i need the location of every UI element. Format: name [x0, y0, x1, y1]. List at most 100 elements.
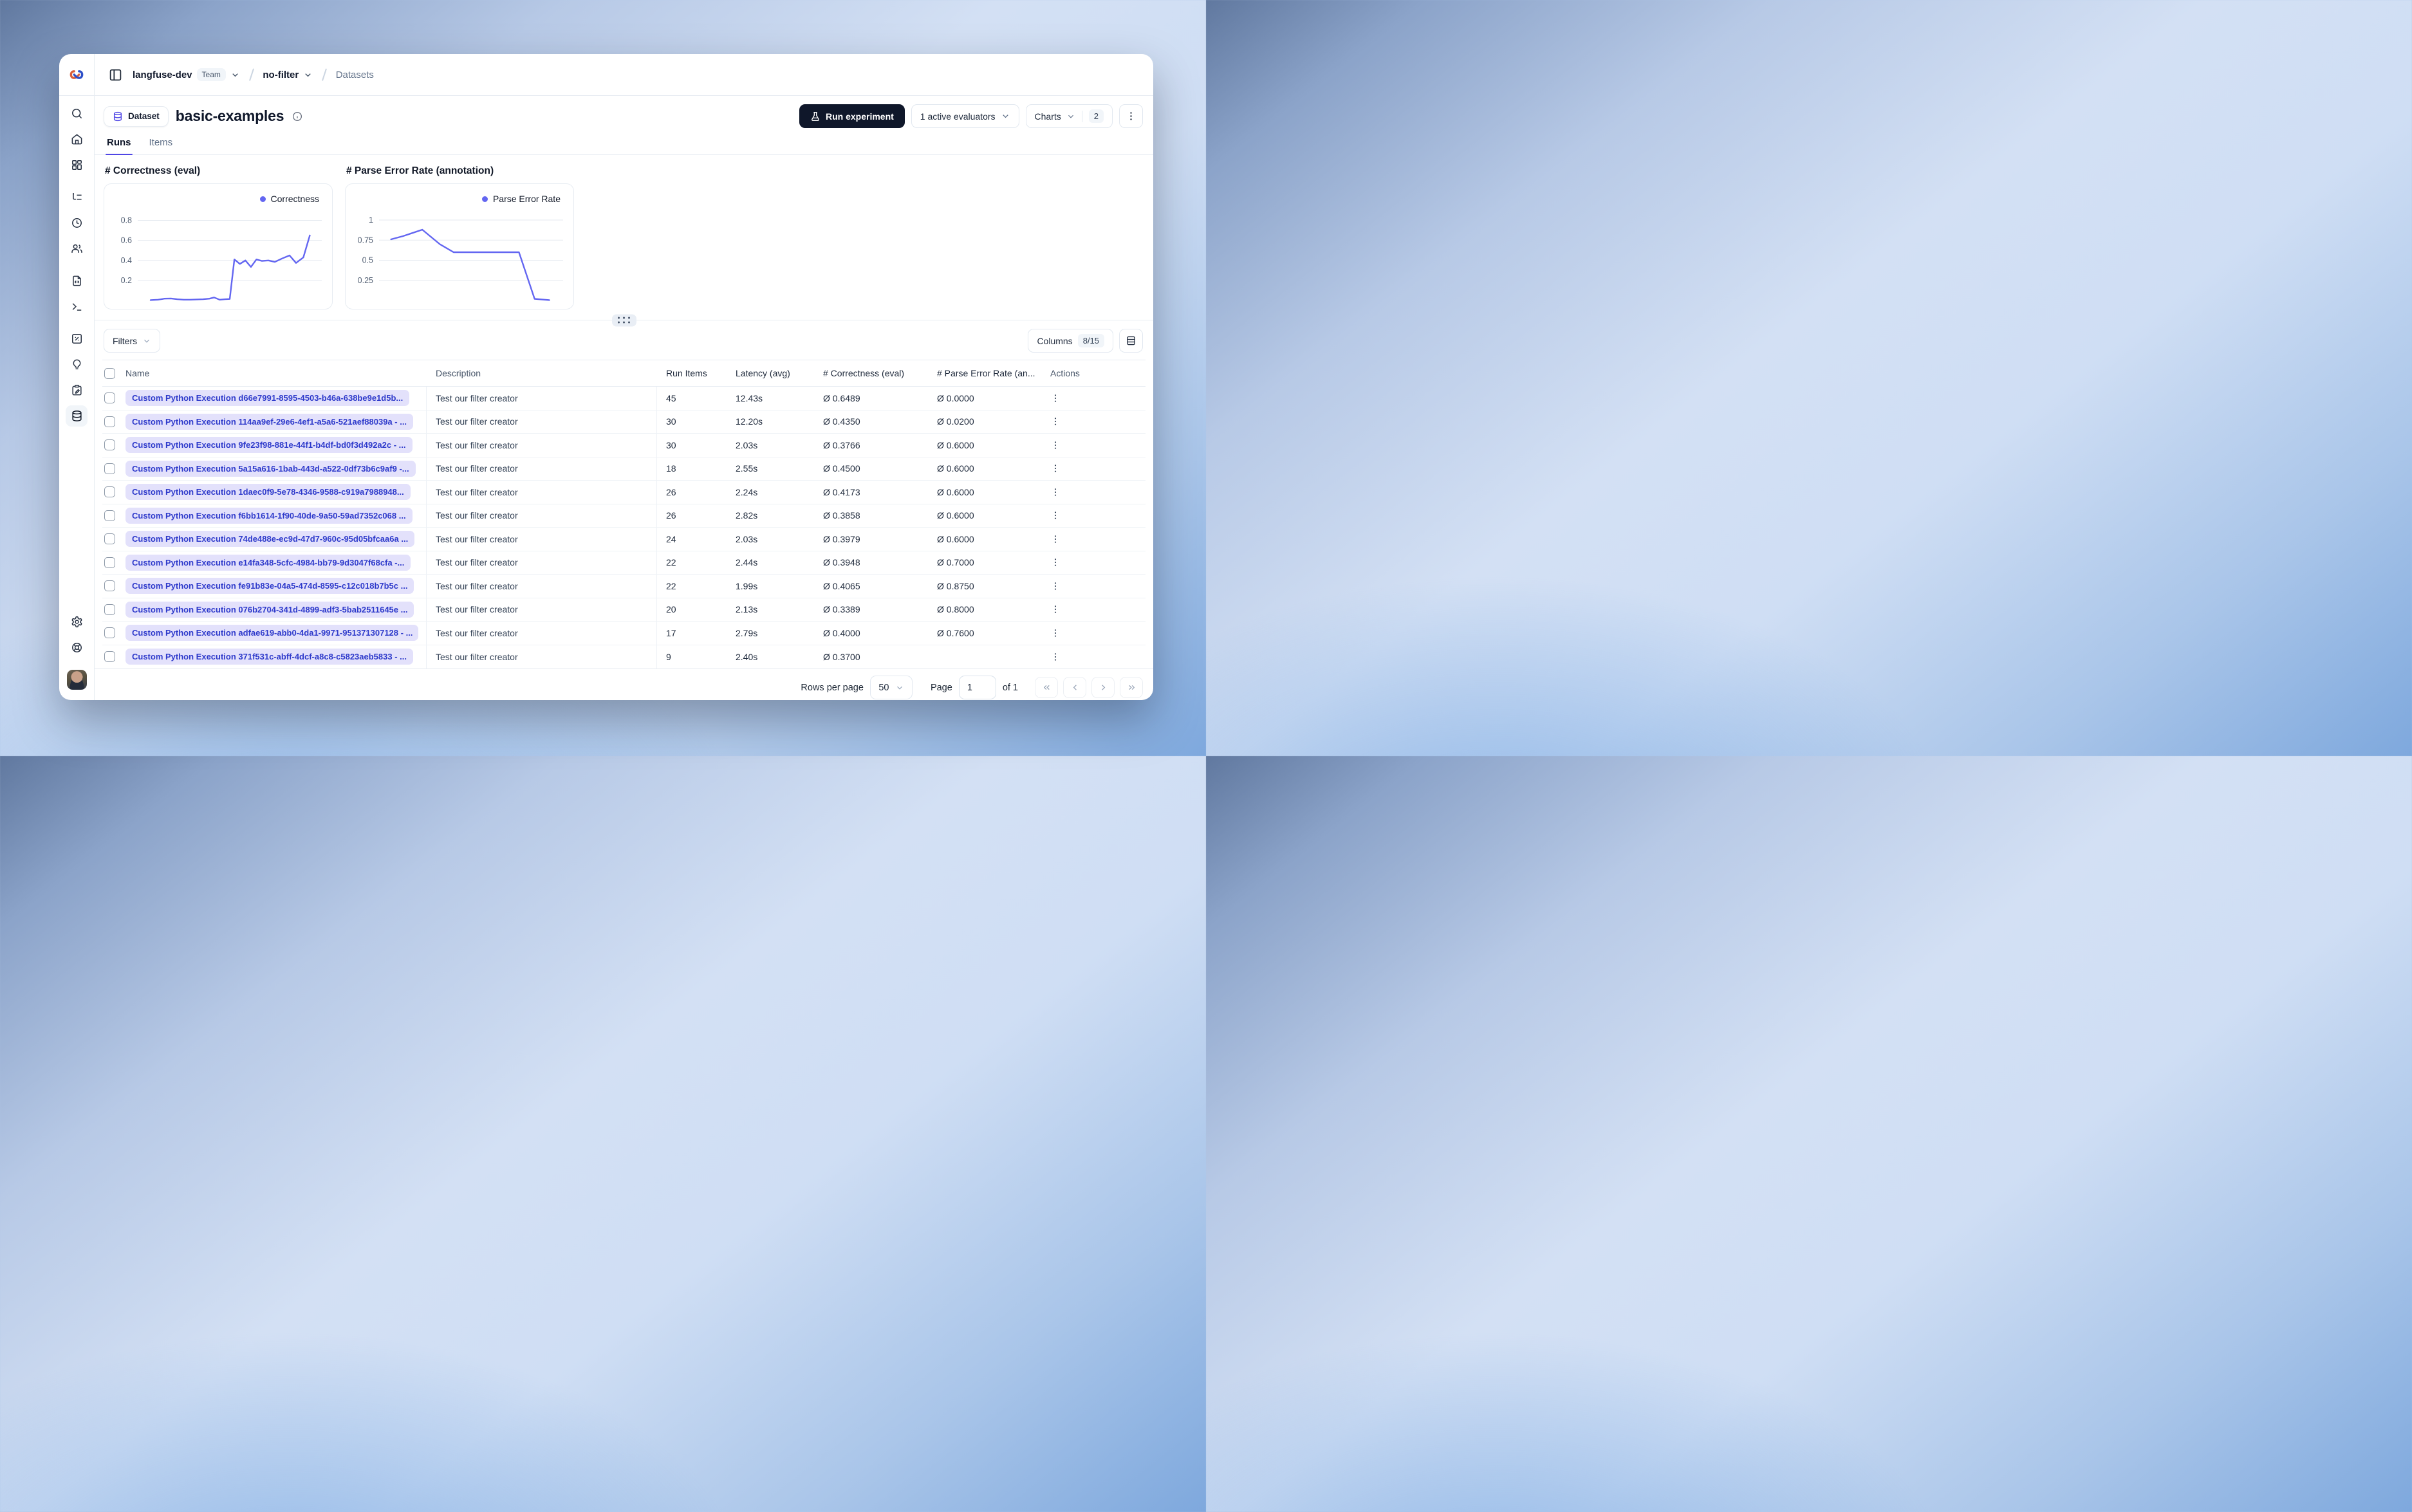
tab-items[interactable]: Items [148, 133, 174, 154]
column-header-correctness[interactable]: # Correctness (eval) [814, 360, 928, 386]
run-name-link[interactable]: Custom Python Execution 371f531c-abff-4d… [125, 649, 413, 665]
next-page-button[interactable] [1091, 677, 1115, 698]
sidebar-item-tracing[interactable] [66, 187, 88, 208]
project-switcher-button[interactable] [303, 70, 313, 80]
resize-drag-handle[interactable] [611, 314, 636, 327]
row-actions-menu-button[interactable] [1050, 487, 1061, 497]
row-checkbox[interactable] [104, 651, 115, 663]
sidebar-item-datasets[interactable] [66, 405, 88, 427]
row-checkbox[interactable] [104, 533, 115, 545]
breadcrumb-project[interactable]: no-filter [263, 69, 299, 80]
breadcrumb-section[interactable]: Datasets [336, 69, 374, 80]
row-checkbox[interactable] [104, 392, 115, 404]
row-actions-menu-button[interactable] [1050, 557, 1061, 567]
run-name-link[interactable]: Custom Python Execution d66e7991-8595-45… [125, 390, 410, 407]
dataset-info-button[interactable] [292, 111, 302, 122]
breadcrumb-org[interactable]: langfuse-dev [133, 69, 192, 80]
chevrons-left-icon [1043, 685, 1050, 690]
row-actions-menu-button[interactable] [1050, 628, 1061, 638]
sidebar-item-settings[interactable] [66, 611, 88, 632]
columns-button[interactable]: Columns 8/15 [1028, 329, 1113, 353]
parse-error-rate-value: Ø 0.8750 [937, 580, 974, 591]
row-checkbox[interactable] [104, 580, 115, 592]
column-header-name[interactable]: Name [125, 360, 427, 386]
row-checkbox[interactable] [104, 439, 115, 451]
sidebar-item-search[interactable] [66, 103, 88, 124]
correctness-value: Ø 0.4173 [823, 486, 860, 497]
page-number-input[interactable] [958, 676, 996, 699]
row-checkbox[interactable] [104, 557, 115, 568]
sidebar-item-annotation[interactable] [66, 380, 88, 401]
run-name-link[interactable]: Custom Python Execution 5a15a616-1bab-44… [125, 460, 416, 477]
dataset-entity-label: Dataset [128, 111, 160, 121]
run-name-link[interactable]: Custom Python Execution adfae619-abb0-4d… [125, 625, 418, 641]
row-actions-menu-button[interactable] [1050, 440, 1061, 450]
row-actions-menu-button[interactable] [1050, 604, 1061, 614]
previous-page-button[interactable] [1063, 677, 1086, 698]
run-name-link[interactable]: Custom Python Execution 114aa9ef-29e6-4e… [125, 413, 414, 430]
rows-per-page-select[interactable]: 50 [869, 676, 913, 699]
page-title: basic-examples [175, 107, 284, 124]
last-page-button[interactable] [1120, 677, 1143, 698]
filters-button[interactable]: Filters [104, 329, 161, 353]
run-name-link[interactable]: Custom Python Execution fe91b83e-04a5-47… [125, 578, 414, 595]
run-name-link[interactable]: Custom Python Execution f6bb1614-1f90-40… [125, 507, 413, 524]
page-menu-button[interactable] [1119, 104, 1143, 128]
sidebar-item-prompts[interactable] [66, 270, 88, 291]
active-evaluators-button[interactable]: 1 active evaluators [911, 104, 1019, 128]
sidebar-item-users[interactable] [66, 238, 88, 259]
run-experiment-button[interactable]: Run experiment [799, 104, 905, 128]
sidebar-item-evaluation[interactable] [66, 328, 88, 349]
tab-bar: Runs Items [95, 133, 1153, 155]
run-items-value: 22 [666, 557, 676, 568]
row-height-button[interactable] [1119, 329, 1143, 353]
run-name-link[interactable]: Custom Python Execution e14fa348-5cfc-49… [125, 554, 411, 571]
column-header-parse-error-rate[interactable]: # Parse Error Rate (an... [928, 360, 1040, 386]
first-page-button[interactable] [1035, 677, 1058, 698]
sidebar-item-sessions[interactable] [66, 212, 88, 234]
parse-error-rate-value: Ø 0.6000 [937, 463, 974, 474]
table-row: Custom Python Execution f6bb1614-1f90-40… [102, 504, 1146, 528]
column-header-run-items[interactable]: Run Items [657, 360, 727, 386]
sidebar-toggle-button[interactable] [105, 64, 125, 85]
row-checkbox[interactable] [104, 604, 115, 615]
latency-value: 12.43s [736, 392, 763, 403]
row-actions-menu-button[interactable] [1050, 510, 1061, 521]
column-header-latency[interactable]: Latency (avg) [727, 360, 814, 386]
sidebar-item-home[interactable] [66, 129, 88, 150]
tab-runs[interactable]: Runs [106, 133, 133, 155]
row-actions-menu-button[interactable] [1050, 416, 1061, 427]
column-header-description[interactable]: Description [427, 360, 657, 386]
run-name-link[interactable]: Custom Python Execution 076b2704-341d-48… [125, 601, 414, 618]
row-checkbox[interactable] [104, 463, 115, 474]
run-name-link[interactable]: Custom Python Execution 1daec0f9-5e78-43… [125, 484, 411, 501]
run-name-link[interactable]: Custom Python Execution 9fe23f98-881e-44… [125, 437, 413, 454]
sidebar-item-playground[interactable] [66, 296, 88, 317]
row-actions-menu-button[interactable] [1050, 393, 1061, 403]
row-checkbox[interactable] [104, 627, 115, 639]
row-actions-menu-button[interactable] [1050, 463, 1061, 474]
org-switcher-button[interactable] [230, 70, 240, 80]
svg-text:1: 1 [369, 216, 373, 225]
row-actions-menu-button[interactable] [1050, 581, 1061, 591]
row-checkbox[interactable] [104, 486, 115, 498]
run-items-value: 18 [666, 463, 676, 474]
org-plan-badge: Team [196, 68, 226, 81]
sidebar-item-insights[interactable] [66, 354, 88, 375]
row-actions-menu-button[interactable] [1050, 534, 1061, 544]
sidebar-item-support[interactable] [66, 637, 88, 658]
run-name-link[interactable]: Custom Python Execution 74de488e-ec9d-47… [125, 531, 415, 548]
langfuse-logo-icon[interactable] [68, 66, 85, 83]
correctness-value: Ø 0.3389 [823, 604, 860, 615]
row-checkbox[interactable] [104, 510, 115, 521]
database-icon [113, 111, 122, 121]
user-avatar[interactable] [66, 670, 87, 690]
table-row: Custom Python Execution 74de488e-ec9d-47… [102, 528, 1146, 551]
row-checkbox[interactable] [104, 416, 115, 427]
sidebar-item-dashboards[interactable] [66, 154, 88, 176]
latency-value: 2.40s [736, 651, 758, 662]
row-actions-menu-button[interactable] [1050, 652, 1061, 662]
charts-toggle-button[interactable]: Charts 2 [1025, 104, 1113, 128]
select-all-checkbox[interactable] [104, 367, 115, 379]
table-row: Custom Python Execution fe91b83e-04a5-47… [102, 575, 1146, 598]
